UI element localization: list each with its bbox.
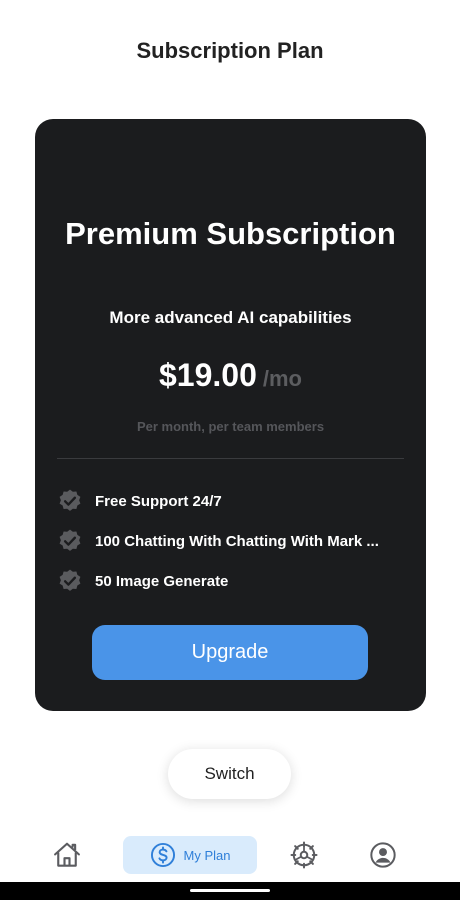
profile-icon: [370, 842, 396, 868]
dollar-icon: [150, 842, 175, 868]
verified-check-icon: [59, 529, 81, 551]
feature-item: Free Support 24/7: [57, 481, 407, 521]
feature-label: Free Support 24/7: [95, 492, 222, 510]
nav-settings[interactable]: [287, 836, 321, 874]
feature-list: Free Support 24/7 100 Chatting With Chat…: [57, 481, 407, 601]
system-navigation-bar: [0, 882, 460, 900]
nav-my-plan[interactable]: My Plan: [123, 836, 257, 874]
price-row: $19.00/mo: [35, 357, 426, 394]
plan-price: $19.00: [159, 357, 257, 393]
plan-name: Premium Subscription: [65, 216, 396, 251]
feature-label: 100 Chatting With Chatting With Mark ...: [95, 532, 379, 550]
feature-item: 100 Chatting With Chatting With Mark ...: [57, 521, 407, 561]
premium-plan-card: Premium Subscription More advanced AI ca…: [35, 119, 426, 711]
home-icon: [54, 842, 80, 867]
feature-item: 50 Image Generate: [57, 561, 407, 601]
plan-subtitle: More advanced AI capabilities: [109, 308, 352, 327]
home-indicator[interactable]: [190, 889, 270, 892]
verified-check-icon: [59, 489, 81, 511]
verified-check-icon: [59, 569, 81, 591]
divider: [57, 458, 404, 459]
nav-my-plan-label: My Plan: [183, 847, 231, 863]
feature-label: 50 Image Generate: [95, 572, 229, 590]
price-period: /mo: [262, 366, 302, 391]
nav-profile[interactable]: [366, 836, 400, 874]
bottom-nav: My Plan: [0, 836, 460, 876]
price-note: Per month, per team members: [136, 419, 325, 434]
nav-home[interactable]: [50, 836, 84, 874]
switch-button[interactable]: Switch: [168, 749, 291, 799]
upgrade-button[interactable]: Upgrade: [92, 625, 368, 680]
subscription-screen: Subscription Plan Premium Subscription M…: [0, 0, 460, 900]
gear-icon: [290, 841, 318, 869]
page-title: Subscription Plan: [136, 38, 324, 63]
